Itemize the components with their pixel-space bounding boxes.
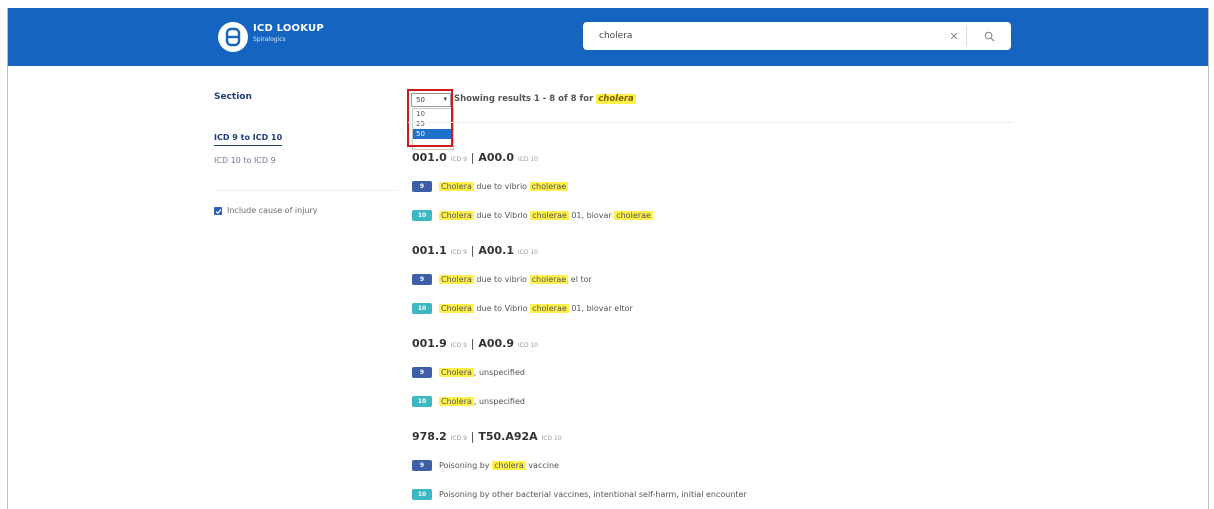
result-text: 01, biovar eltor (568, 303, 633, 313)
result-text-highlight: cholerae (530, 210, 569, 220)
results-divider (408, 122, 1013, 123)
code-pair-heading: 001.9 ICD 9 | A00.9 ICD 10 (412, 337, 538, 350)
icd9-tag: ICD 9 (450, 156, 467, 163)
app-frame: ICD LOOKUP Spiralogics ✕ Section ICD 9 t… (7, 8, 1209, 509)
result-text-highlight: cholera (492, 460, 526, 470)
page-size-value: 50 (416, 96, 425, 104)
icd10-code[interactable]: A00.1 (478, 244, 514, 257)
sidebar-item-icd9-to-icd10[interactable]: ICD 9 to ICD 10 (214, 133, 283, 146)
result-text-highlight: Cholera (439, 274, 474, 284)
page-size-option-25[interactable]: 25 (413, 119, 453, 129)
result-text-highlight: Cholera (439, 367, 474, 377)
result-text: vaccine (525, 460, 559, 470)
results-summary: Showing results 1 - 8 of 8 for cholera (454, 94, 636, 104)
result-text-highlight: cholerae (529, 274, 569, 284)
icd9-badge: 9 (412, 459, 432, 471)
search-input[interactable] (599, 28, 919, 44)
icd9-badge: 9 (412, 366, 432, 378)
page-size-select[interactable]: 50 ▾ (411, 93, 451, 107)
code-separator: | (470, 430, 475, 443)
result-text-highlight: cholerae (529, 181, 569, 191)
result-text: , unspecified (473, 396, 525, 406)
icd10-badge: 10 (412, 395, 432, 407)
result-text: Poisoning by (439, 460, 493, 470)
result-row[interactable]: 10 Cholera , unspecified (412, 395, 525, 407)
include-cause-of-injury-label: Include cause of injury (227, 206, 318, 215)
icd9-code[interactable]: 001.0 (412, 151, 447, 164)
code-pair-heading: 001.1 ICD 9 | A00.1 ICD 10 (412, 244, 538, 257)
code-separator: | (470, 337, 475, 350)
result-text-highlight: Cholera (439, 210, 474, 220)
result-row[interactable]: 10 Cholera due to Vibrio cholerae 01, bi… (412, 209, 653, 221)
result-text: due to Vibrio (473, 303, 531, 313)
result-text: due to Vibrio (473, 210, 531, 220)
icd9-badge: 9 (412, 180, 432, 192)
result-text-highlight: Cholera (439, 396, 474, 406)
top-header: ICD LOOKUP Spiralogics ✕ (8, 8, 1208, 66)
result-text-highlight: Cholera (439, 181, 474, 191)
icd10-tag: ICD 10 (517, 249, 538, 256)
result-row[interactable]: 10 Cholera due to Vibrio cholerae 01, bi… (412, 302, 633, 314)
logo-icon[interactable] (218, 22, 248, 52)
search-icon (984, 31, 995, 42)
include-cause-of-injury-checkbox[interactable] (214, 207, 222, 215)
result-row[interactable]: 9 Poisoning by cholera vaccine (412, 459, 559, 471)
icd9-tag: ICD 9 (450, 435, 467, 442)
page-size-option-10[interactable]: 10 (413, 109, 453, 119)
page-size-option-50[interactable]: 50 (413, 129, 453, 139)
close-icon: ✕ (949, 29, 959, 43)
page-size-dropdown: 10 25 50 (412, 108, 454, 150)
code-pair-heading: 978.2 ICD 9 | T50.A92A ICD 10 (412, 430, 562, 443)
result-text-highlight: cholerae (530, 303, 569, 313)
icd10-badge: 10 (412, 302, 432, 314)
icd9-code[interactable]: 001.9 (412, 337, 447, 350)
result-text: el tor (568, 274, 592, 284)
icd10-tag: ICD 10 (517, 342, 538, 349)
sidebar-divider (214, 190, 398, 191)
app-subtitle: Spiralogics (253, 36, 286, 43)
icd10-badge: 10 (412, 209, 432, 221)
icd9-badge: 9 (412, 273, 432, 285)
results-summary-text: Showing results 1 - 8 of 8 for (454, 94, 594, 104)
result-row[interactable]: 10 Poisoning by other bacterial vaccines… (412, 488, 747, 500)
result-text-highlight: Cholera (439, 303, 474, 313)
icd10-code[interactable]: A00.0 (478, 151, 514, 164)
icd10-tag: ICD 10 (517, 156, 538, 163)
icd10-tag: ICD 10 (541, 435, 562, 442)
icd10-badge: 10 (412, 488, 432, 500)
code-separator: | (470, 244, 475, 257)
icd10-code[interactable]: A00.9 (478, 337, 514, 350)
code-pair-heading: 001.0 ICD 9 | A00.0 ICD 10 (412, 151, 538, 164)
result-text: , unspecified (473, 367, 525, 377)
clear-search-button[interactable]: ✕ (943, 22, 965, 50)
query-highlight: cholera (596, 94, 636, 104)
icd9-code[interactable]: 001.1 (412, 244, 447, 257)
search-bar: ✕ (583, 22, 1011, 50)
icd9-tag: ICD 9 (450, 342, 467, 349)
result-text: due to vibrio (473, 274, 530, 284)
result-text: due to vibrio (473, 181, 530, 191)
result-row[interactable]: 9 Cholera due to vibrio cholerae el tor (412, 273, 592, 285)
code-separator: | (470, 151, 475, 164)
chevron-down-icon: ▾ (443, 95, 447, 103)
checkmark-icon (215, 208, 221, 214)
icd9-tag: ICD 9 (450, 249, 467, 256)
icd10-code[interactable]: T50.A92A (478, 430, 537, 443)
result-text: 01, biovar (568, 210, 615, 220)
section-heading: Section (214, 92, 252, 102)
sidebar-item-icd10-to-icd9[interactable]: ICD 10 to ICD 9 (214, 156, 276, 165)
result-text: Poisoning by other bacterial vaccines, i… (439, 489, 747, 499)
result-text-highlight: cholerae (614, 210, 653, 220)
result-row[interactable]: 9 Cholera due to vibrio cholerae (412, 180, 569, 192)
icd9-code[interactable]: 978.2 (412, 430, 447, 443)
result-row[interactable]: 9 Cholera , unspecified (412, 366, 525, 378)
app-title: ICD LOOKUP (253, 23, 324, 34)
search-button[interactable] (967, 22, 1011, 50)
